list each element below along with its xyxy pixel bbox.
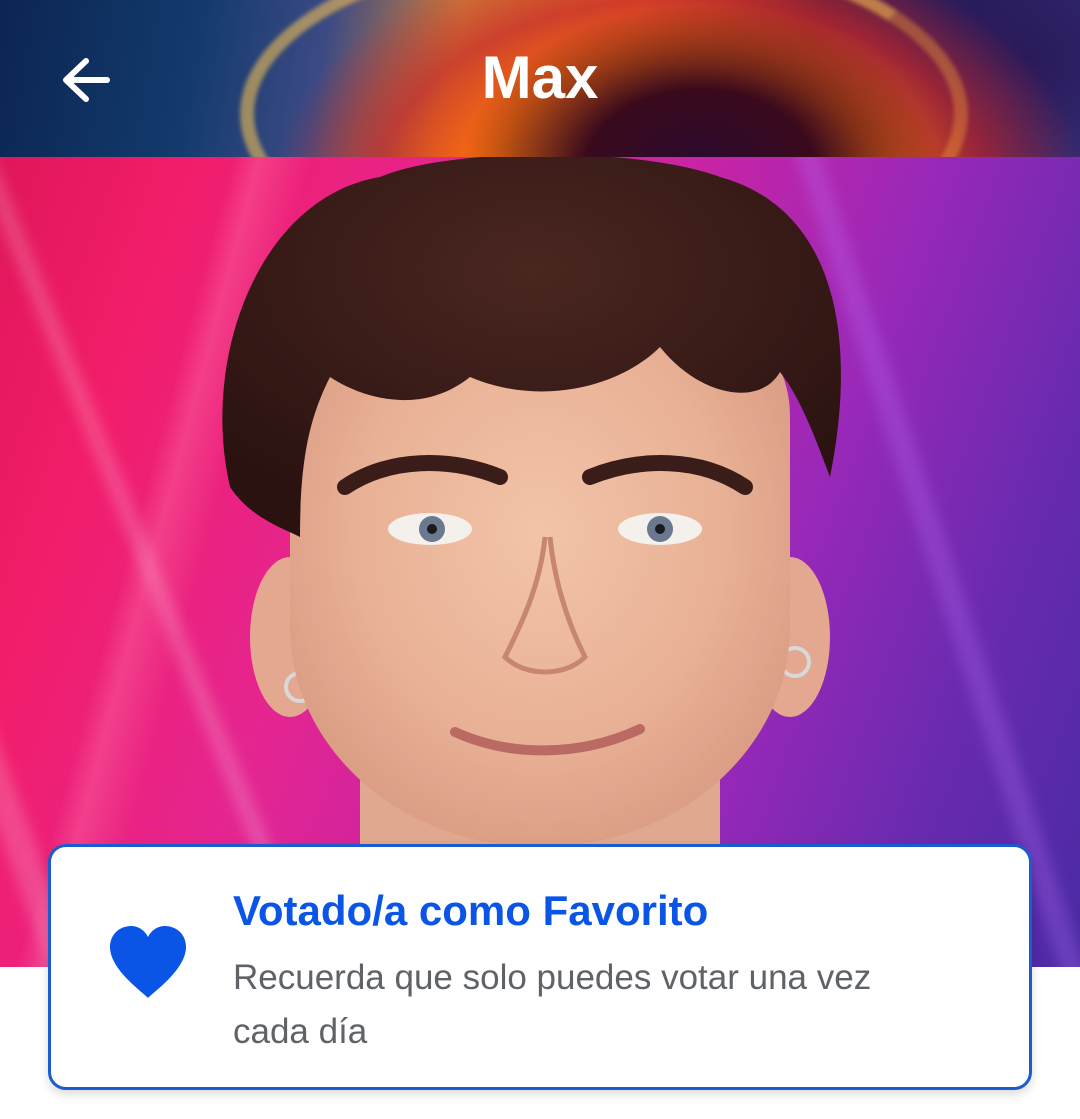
app-header: Max (0, 0, 1080, 157)
heart-icon (110, 926, 186, 998)
page-title: Max (481, 44, 599, 111)
vote-status-message: Recuerda que solo puedes votar una vez c… (233, 958, 872, 1051)
vote-status-title: Votado/a como Favorito (233, 887, 709, 934)
favorite-vote-card: Votado/a como Favorito Recuerda que solo… (48, 844, 1032, 1090)
